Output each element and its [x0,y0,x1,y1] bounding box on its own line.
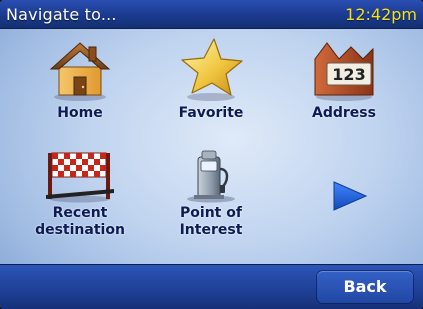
menu-item-recent-destination[interactable]: Recent destination [20,147,140,239]
menu-item-label: Address [312,105,376,121]
menu-item-point-of-interest[interactable]: Point of Interest [151,147,271,239]
back-button[interactable]: Back [317,271,413,303]
next-arrow-icon[interactable] [328,178,372,214]
menu-item-favorite[interactable]: Favorite [151,35,271,122]
star-icon [181,38,243,101]
menu-item-address[interactable]: 123 Address [284,35,404,122]
address-icon: 123 [314,42,374,101]
menu-item-home[interactable]: Home [20,35,140,122]
navigate-to-screen: Navigate to... 12:42pm Home Favorite 123… [0,0,423,309]
menu-item-label: Home [57,105,103,121]
bottom-bar: Back [0,264,423,309]
screen-title: Navigate to... [6,5,117,24]
checkered-flag-icon [46,152,114,203]
menu-item-label: Point of Interest [179,205,243,238]
menu-item-label: Recent destination [35,205,125,238]
fuel-pump-icon [187,150,235,203]
home-icon [49,42,111,101]
menu-item-label: Favorite [178,105,244,121]
title-bar: Navigate to... 12:42pm [0,0,423,29]
svg-text:123: 123 [332,65,365,84]
clock: 12:42pm [345,5,417,24]
